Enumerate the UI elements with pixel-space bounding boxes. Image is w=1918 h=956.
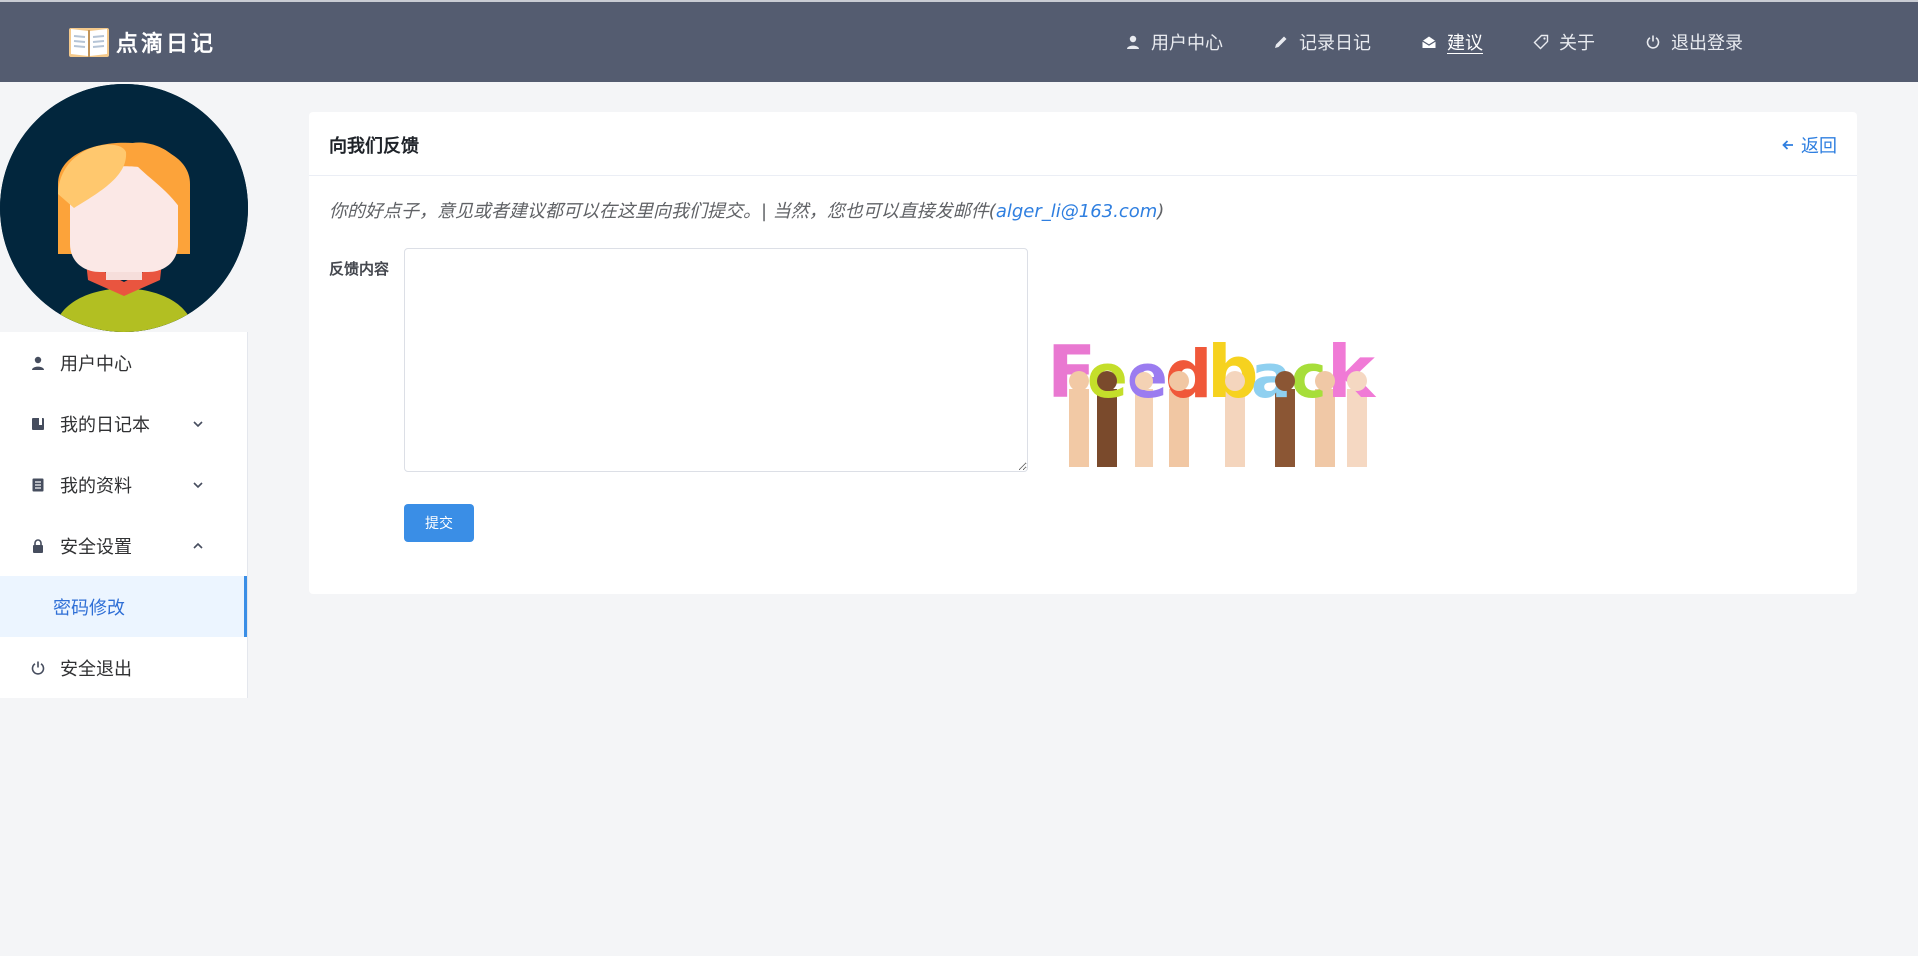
chevron-down-icon [193,481,203,488]
person-icon [32,356,44,370]
sidebar-subitem-label: 密码修改 [53,597,125,619]
top-nav: 用户中心 记录日记 建议 关于 退出登录 [1125,2,1743,82]
app-logo[interactable]: 点滴日记 [68,22,216,62]
power-icon [1646,35,1660,49]
avatar-illustration [0,84,248,332]
pencil-icon [1275,36,1287,48]
nav-about[interactable]: 关于 [1533,29,1595,55]
sidebar-item-label: 安全设置 [60,536,132,558]
sidebar-subitem-change-password[interactable]: 密码修改 [0,576,247,637]
notebook-icon [32,417,44,430]
nav-suggestion[interactable]: 建议 [1421,29,1483,55]
intro-close: ) [1157,201,1165,222]
document-icon [32,478,44,491]
feedback-content-label: 反馈内容 [329,260,390,278]
intro-text: 你的好点子，意见或者建议都可以在这里向我们提交。| 当然，您也可以直接发邮件(a… [329,197,1164,223]
sidebar-item-label: 用户中心 [60,353,132,375]
intro-message: 你的好点子，意见或者建议都可以在这里向我们提交。| 当然，您也可以直接发邮件( [329,201,996,222]
feedback-textarea[interactable] [404,248,1028,472]
side-menu: 用户中心 我的日记本 我的资料 安全设置 密码修改 安全退出 [0,332,248,698]
nav-user-center[interactable]: 用户中心 [1125,29,1223,55]
sidebar-item-security[interactable]: 安全设置 [0,515,247,576]
page-title: 向我们反馈 [329,136,419,157]
email-link[interactable]: alger_li@163.com [996,201,1157,222]
back-button[interactable]: 返回 [1781,132,1837,158]
nav-label: 退出登录 [1671,33,1743,54]
nav-label: 记录日记 [1299,33,1371,54]
envelope-open-icon [1422,36,1436,48]
feedback-illustration: F e e d b a c k [1047,330,1377,467]
sidebar-item-my-profile[interactable]: 我的资料 [0,454,247,515]
nav-label: 用户中心 [1151,33,1223,54]
tag-icon [1533,34,1549,50]
top-header: 点滴日记 用户中心 记录日记 建议 关于 退出登录 [0,0,1918,82]
nav-write-diary[interactable]: 记录日记 [1273,29,1371,55]
feedback-letter: k [1327,330,1377,414]
chevron-down-icon [193,420,203,427]
sidebar-item-user-center[interactable]: 用户中心 [0,332,247,393]
sidebar-item-my-diaries[interactable]: 我的日记本 [0,393,247,454]
feedback-card: 向我们反馈 返回 你的好点子，意见或者建议都可以在这里向我们提交。| 当然，您也… [309,112,1857,594]
nav-label: 关于 [1559,33,1595,54]
sidebar-item-label: 我的日记本 [60,414,150,436]
logo-text: 点滴日记 [116,31,217,57]
submit-button[interactable]: 提交 [404,504,474,542]
person-icon [1127,35,1139,49]
avatar[interactable] [0,84,248,332]
sidebar-item-label: 安全退出 [60,658,132,680]
arrow-left-icon [1782,140,1793,150]
sidebar-item-safe-logout[interactable]: 安全退出 [0,637,247,698]
book-logo-icon [69,28,109,57]
sidebar-item-label: 我的资料 [60,475,132,497]
nav-label: 建议 [1447,33,1483,54]
card-header: 向我们反馈 返回 [309,112,1857,176]
nav-logout[interactable]: 退出登录 [1645,29,1743,55]
chevron-up-icon [193,542,203,549]
power-icon [31,661,45,675]
back-label: 返回 [1801,136,1837,157]
lock-icon [33,538,43,553]
